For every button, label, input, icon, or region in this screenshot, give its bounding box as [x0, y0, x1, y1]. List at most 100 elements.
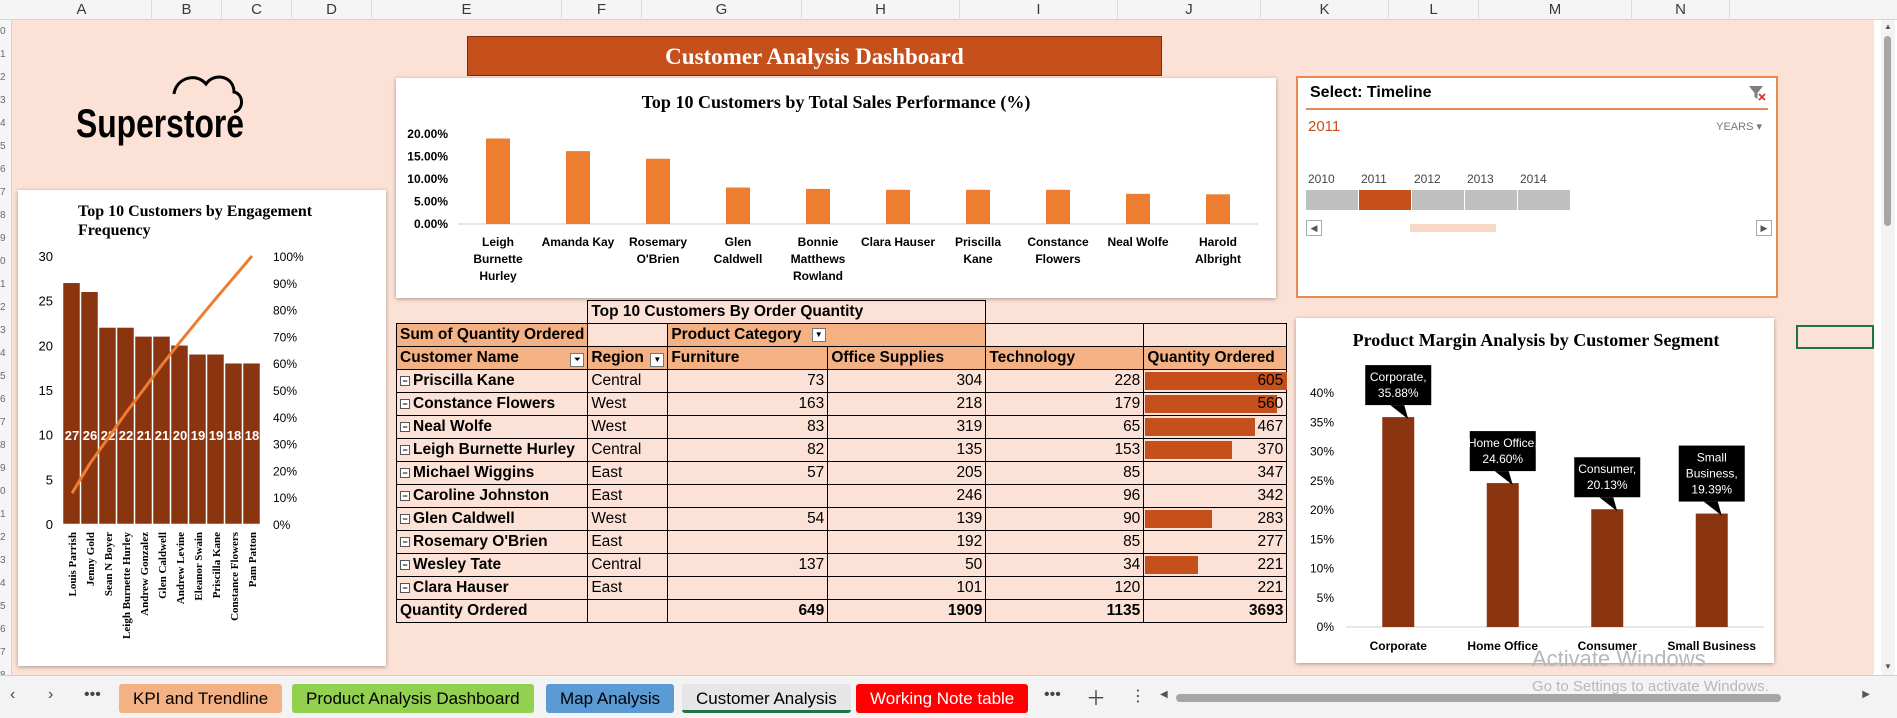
more-sheets-icon[interactable]: ••• — [1044, 686, 1061, 704]
collapse-icon[interactable]: − — [400, 559, 410, 570]
order-quantity-pivot[interactable]: Top 10 Customers By Order Quantity Sum o… — [395, 300, 1288, 623]
column-letter[interactable]: D — [292, 0, 372, 20]
timeline-year-block[interactable] — [1306, 190, 1359, 210]
timeline-level-dropdown[interactable]: YEARS ▾ — [1716, 120, 1762, 133]
timeline-year-block[interactable] — [1412, 190, 1465, 210]
product-category-header[interactable]: Product Category ▼ — [667, 323, 987, 347]
row-number[interactable]: 5 — [0, 371, 11, 382]
region-header[interactable]: Region ▼ — [587, 346, 669, 370]
row-number[interactable]: 0 — [0, 26, 11, 37]
column-letter[interactable]: C — [222, 0, 292, 20]
collapse-icon[interactable]: − — [400, 467, 410, 478]
clear-filter-icon[interactable] — [1748, 84, 1766, 102]
sales-bar[interactable] — [1206, 194, 1230, 224]
horizontal-scroll-thumb[interactable] — [1176, 694, 1781, 702]
sales-bar[interactable] — [1046, 189, 1070, 224]
sales-bar[interactable] — [486, 138, 510, 225]
collapse-icon[interactable]: − — [400, 582, 410, 593]
row-number[interactable]: 3 — [0, 555, 11, 566]
sheet-tab[interactable]: Working Note table — [856, 684, 1029, 713]
scroll-left-icon[interactable]: ◀ — [1306, 220, 1322, 236]
column-letter[interactable]: F — [562, 0, 642, 20]
sheet-tab[interactable]: Product Analysis Dashboard — [292, 684, 534, 713]
row-number[interactable]: 8 — [0, 440, 11, 451]
pareto-bar[interactable] — [98, 327, 117, 525]
column-letter[interactable]: K — [1261, 0, 1389, 20]
options-icon[interactable]: ⋮ — [1130, 686, 1146, 706]
sales-bar[interactable] — [806, 188, 830, 224]
table-row[interactable]: − Priscilla Kane Central 73 304 228 605 — [395, 369, 1288, 393]
row-number[interactable]: 6 — [0, 394, 11, 405]
pareto-bar[interactable] — [80, 291, 99, 525]
customer-name-cell[interactable]: − Leigh Burnette Hurley — [395, 438, 589, 462]
customer-name-cell[interactable]: − Caroline Johnston — [395, 484, 589, 508]
column-letter[interactable]: B — [152, 0, 222, 20]
row-number[interactable]: 9 — [0, 233, 11, 244]
customer-name-header[interactable]: Customer Name ⏷ — [395, 346, 589, 370]
customer-name-cell[interactable]: − Rosemary O'Brien — [395, 530, 589, 554]
column-letter[interactable]: E — [372, 0, 562, 20]
sales-bar[interactable] — [966, 189, 990, 224]
timeline-year-block[interactable] — [1359, 190, 1412, 210]
margin-bar[interactable] — [1695, 513, 1728, 627]
row-number[interactable]: 5 — [0, 141, 11, 152]
table-row[interactable]: − Leigh Burnette Hurley Central 82 135 153 370 — [395, 438, 1288, 462]
table-row[interactable]: − Wesley Tate Central 137 50 34 221 — [395, 553, 1288, 577]
dropdown-icon[interactable]: ▼ — [811, 327, 826, 342]
vertical-scrollbar[interactable]: ▲ ▼ — [1881, 20, 1895, 675]
sales-bar[interactable] — [1126, 193, 1150, 224]
customer-name-cell[interactable]: − Glen Caldwell — [395, 507, 589, 531]
collapse-icon[interactable]: − — [400, 398, 410, 409]
table-row[interactable]: − Rosemary O'Brien East 192 85 277 — [395, 530, 1288, 554]
customer-name-cell[interactable]: − Constance Flowers — [395, 392, 589, 416]
sheet-tab[interactable]: Customer Analysis — [682, 684, 851, 713]
table-row[interactable]: − Clara Hauser East 101 120 221 — [395, 576, 1288, 600]
row-number[interactable]: 4 — [0, 118, 11, 129]
scroll-down-icon[interactable]: ▼ — [1884, 662, 1892, 671]
margin-bar[interactable] — [1591, 509, 1624, 627]
column-letter[interactable]: N — [1632, 0, 1730, 20]
row-number[interactable]: 0 — [0, 486, 11, 497]
prev-sheet-icon[interactable]: ‹ — [10, 686, 15, 704]
more-sheets-icon[interactable]: ••• — [84, 686, 101, 704]
scroll-right-icon[interactable]: ▶ — [1862, 689, 1870, 700]
collapse-icon[interactable]: − — [400, 421, 410, 432]
timeline-year-block[interactable] — [1518, 190, 1571, 210]
column-letter[interactable]: A — [12, 0, 152, 20]
add-sheet-icon[interactable]: ＋ — [1086, 682, 1106, 711]
sales-performance-chart[interactable]: Top 10 Customers by Total Sales Performa… — [396, 78, 1276, 298]
pareto-bar[interactable] — [62, 282, 81, 525]
row-number[interactable]: 5 — [0, 601, 11, 612]
row-number[interactable]: 2 — [0, 72, 11, 83]
sheet-tab[interactable]: KPI and Trendline — [119, 684, 283, 713]
row-number[interactable]: 1 — [0, 279, 11, 290]
column-letter[interactable]: M — [1479, 0, 1632, 20]
row-number[interactable]: 2 — [0, 302, 11, 313]
margin-bar[interactable] — [1382, 417, 1415, 627]
sales-bar[interactable] — [886, 189, 910, 224]
sales-bar[interactable] — [726, 187, 750, 224]
row-number[interactable]: 7 — [0, 647, 11, 658]
table-row[interactable]: − Glen Caldwell West 54 139 90 283 — [395, 507, 1288, 531]
sheet-tab[interactable]: Map Analysis — [546, 684, 675, 713]
column-letter[interactable]: J — [1118, 0, 1261, 20]
table-row[interactable]: − Neal Wolfe West 83 319 65 467 — [395, 415, 1288, 439]
pareto-bar[interactable] — [242, 362, 261, 525]
table-row[interactable]: − Constance Flowers West 163 218 179 560 — [395, 392, 1288, 416]
customer-name-cell[interactable]: − Clara Hauser — [395, 576, 589, 600]
next-sheet-icon[interactable]: › — [48, 686, 53, 704]
timeline-slicer[interactable]: Select: Timeline 2011 YEARS ▾ ◀ ▶ 2010 20… — [1296, 76, 1778, 298]
active-cell[interactable] — [1796, 325, 1874, 349]
collapse-icon[interactable]: − — [400, 375, 410, 386]
collapse-icon[interactable]: − — [400, 490, 410, 501]
row-number[interactable]: 4 — [0, 348, 11, 359]
row-number[interactable]: 6 — [0, 164, 11, 175]
collapse-icon[interactable]: − — [400, 513, 410, 524]
margin-bar[interactable] — [1486, 483, 1519, 627]
table-row[interactable]: − Michael Wiggins East 57 205 85 347 — [395, 461, 1288, 485]
column-letter[interactable]: I — [960, 0, 1118, 20]
column-letter[interactable]: H — [802, 0, 960, 20]
row-number[interactable]: 9 — [0, 463, 11, 474]
row-number[interactable]: 8 — [0, 210, 11, 221]
collapse-icon[interactable]: − — [400, 444, 410, 455]
